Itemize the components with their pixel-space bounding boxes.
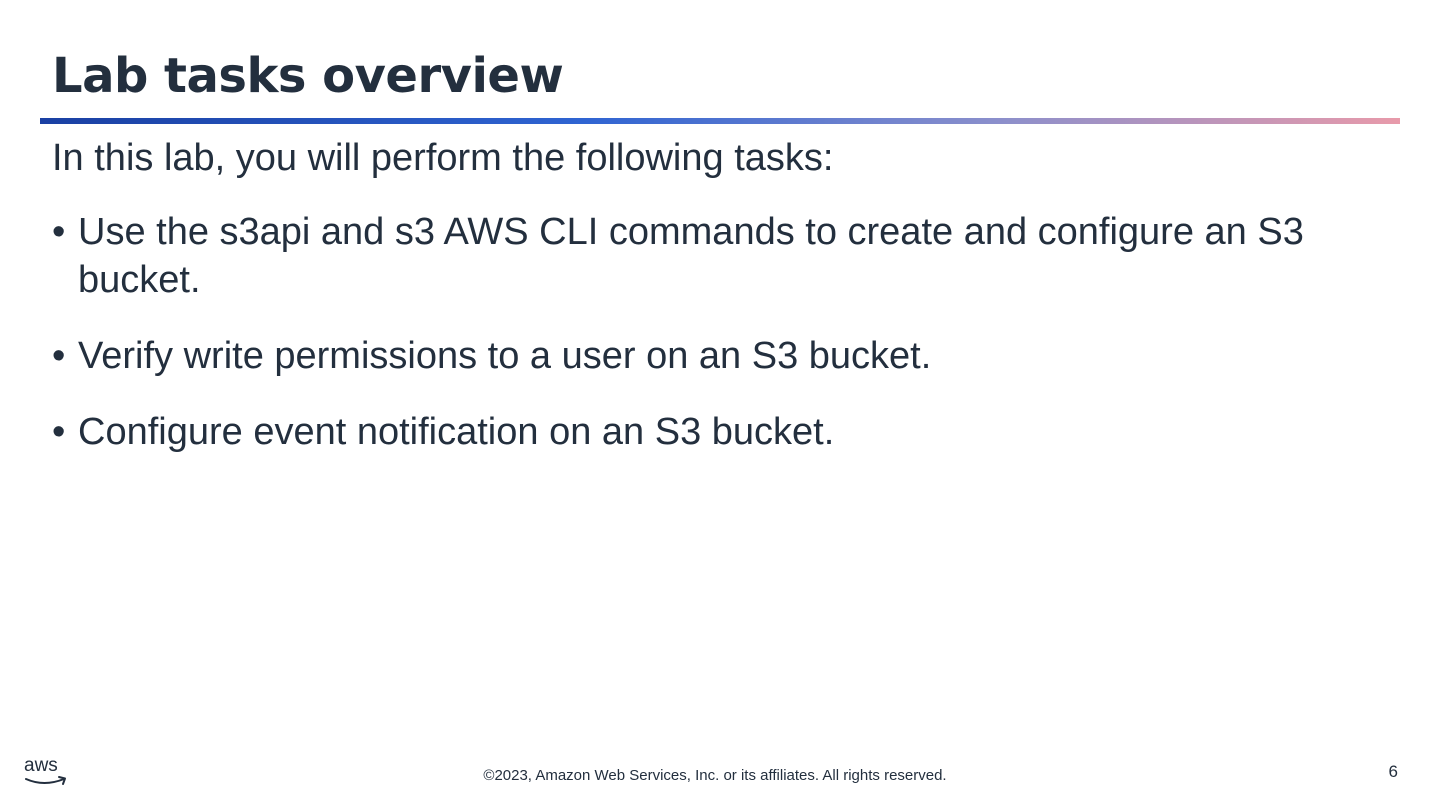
title-divider <box>40 118 1400 124</box>
intro-text: In this lab, you will perform the follow… <box>52 137 834 179</box>
task-text: Verify write permissions to a user on an… <box>78 335 932 377</box>
copyright-notice: ©2023, Amazon Web Services, Inc. or its … <box>483 767 947 784</box>
bullet-icon: • <box>52 411 66 453</box>
bullet-icon: • <box>52 335 66 377</box>
task-text: Use the s3api and s3 AWS CLI commands to… <box>78 211 1304 301</box>
task-text: Configure event notification on an S3 bu… <box>78 411 835 453</box>
page-number: 6 <box>1388 762 1398 781</box>
bullet-icon: • <box>52 211 66 253</box>
slide-title: Lab tasks overview <box>52 48 564 104</box>
task-item: • Configure event notification on an S3 … <box>52 408 1412 456</box>
task-item: • Verify write permissions to a user on … <box>52 332 1412 380</box>
task-list: • Use the s3api and s3 AWS CLI commands … <box>52 208 1412 484</box>
task-item: • Use the s3api and s3 AWS CLI commands … <box>52 208 1412 304</box>
